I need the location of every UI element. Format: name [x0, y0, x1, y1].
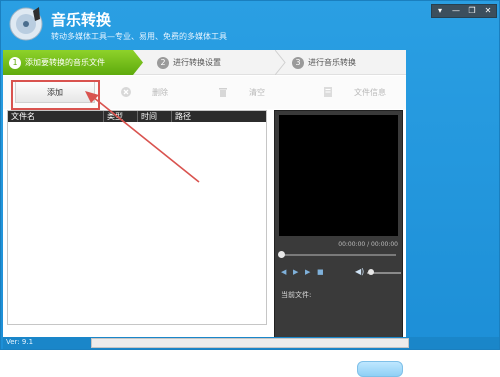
column-header-type[interactable]: 类型: [104, 111, 138, 122]
step-3-label: 进行音乐转换: [308, 58, 356, 67]
app-logo-icon: [9, 7, 43, 41]
step-1[interactable]: 1 添加要转换的音乐文件: [3, 50, 143, 75]
delete-button[interactable]: 删除: [111, 81, 177, 103]
step-2[interactable]: 2 进行转换设置: [151, 50, 281, 75]
column-header-name[interactable]: 文件名: [8, 111, 104, 122]
delete-label: 删除: [152, 87, 168, 97]
status-bar: Ver: 9.1: [3, 337, 499, 349]
window-controls: ▾ — ❐ ✕: [431, 4, 497, 18]
stop-icon[interactable]: ■: [317, 268, 325, 276]
app-subtitle: 转动多媒体工具—专业、易用、免费的多媒体工具: [51, 32, 227, 41]
app-window: 音乐转换 转动多媒体工具—专业、易用、免费的多媒体工具 ▾ — ❐ ✕ 1 添加…: [0, 0, 500, 377]
file-list-header: 文件名 类型 时间 路径: [8, 111, 266, 122]
step-1-label: 添加要转换的音乐文件: [25, 58, 105, 67]
play-icon[interactable]: ▶: [293, 268, 301, 276]
steps-bar: 1 添加要转换的音乐文件 2 进行转换设置 3 进行音乐转换: [3, 50, 406, 75]
trash-icon: [219, 88, 227, 97]
progress-bar: [91, 338, 409, 348]
step-3-number: 3: [292, 56, 304, 69]
step-2-number: 2: [157, 56, 169, 69]
clear-button[interactable]: 清空: [208, 81, 274, 103]
column-header-path[interactable]: 路径: [172, 111, 266, 122]
forward-icon[interactable]: ▶: [305, 268, 313, 276]
file-list[interactable]: 文件名 类型 时间 路径: [7, 110, 267, 325]
clear-label: 清空: [249, 87, 265, 97]
video-preview: [279, 115, 398, 236]
step-2-label: 进行转换设置: [173, 58, 221, 67]
version-label: Ver: 9.1: [6, 338, 34, 346]
volume-icon[interactable]: ◀): [355, 268, 365, 276]
header: 音乐转换 转动多媒体工具—专业、易用、免费的多媒体工具 ▾ — ❐ ✕: [1, 1, 500, 49]
menu-dropdown-icon[interactable]: ▾: [432, 5, 448, 17]
close-icon[interactable]: ✕: [480, 5, 496, 17]
seek-handle[interactable]: [278, 251, 285, 258]
minimize-icon[interactable]: —: [448, 5, 464, 17]
next-button[interactable]: [357, 361, 403, 377]
file-info-button[interactable]: 文件信息: [309, 81, 399, 103]
step-1-number: 1: [9, 56, 21, 69]
add-button-highlight: [11, 80, 100, 110]
maximize-icon[interactable]: ❐: [464, 5, 480, 17]
seek-bar[interactable]: [281, 254, 396, 256]
app-title: 音乐转换: [51, 11, 112, 29]
x-circle-icon: [121, 87, 131, 97]
step-3[interactable]: 3 进行音乐转换: [286, 50, 404, 75]
file-info-label: 文件信息: [354, 87, 386, 97]
time-display: 00:00:00 / 00:00:00: [338, 241, 398, 248]
media-player: 00:00:00 / 00:00:00 ◀ ▶ ▶ ■ ◀) 当前文件:: [274, 110, 403, 346]
column-header-time[interactable]: 时间: [138, 111, 172, 122]
rewind-icon[interactable]: ◀: [281, 268, 289, 276]
current-file-label: 当前文件:: [281, 291, 312, 299]
player-controls: ◀ ▶ ▶ ■ ◀): [281, 268, 401, 278]
volume-handle[interactable]: [368, 269, 374, 275]
document-icon: [324, 87, 332, 97]
